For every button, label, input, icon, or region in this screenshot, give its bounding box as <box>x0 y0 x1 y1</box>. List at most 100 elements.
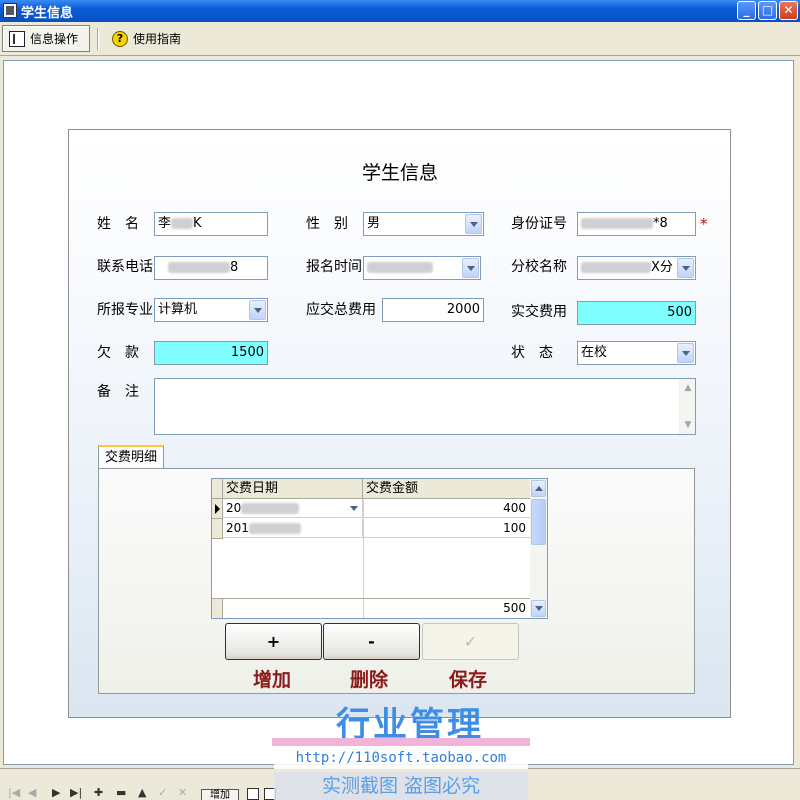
signup-date-picker[interactable] <box>363 256 481 280</box>
table-row[interactable]: 201 <box>223 519 363 538</box>
grid-scrollbar[interactable] <box>530 479 547 618</box>
navigator-add-button[interactable]: 增加 <box>201 789 239 800</box>
remark-textarea[interactable]: ▲ ▼ <box>154 378 696 435</box>
row-indicator[interactable] <box>212 499 223 519</box>
toolbar-separator <box>97 28 99 50</box>
user-guide-tab[interactable]: ? 使用指南 <box>106 25 196 52</box>
toolbar: 信息操作 ? 使用指南 <box>0 22 800 56</box>
status-label: 状 态 <box>511 345 553 361</box>
next-record-icon[interactable]: ▶ <box>52 786 60 799</box>
insert-record-icon[interactable]: ✚ <box>94 786 103 799</box>
date-prefix: 20 <box>226 501 242 515</box>
scroll-thumb[interactable] <box>531 499 546 545</box>
total-amount: 500 <box>363 599 531 618</box>
maximize-button[interactable]: □ <box>758 1 777 20</box>
book-icon <box>9 30 25 47</box>
add-caption: 增加 <box>253 669 292 691</box>
column-header-amount[interactable]: 交费金额 <box>363 479 531 499</box>
name-prefix: 李 <box>158 216 172 231</box>
grid-corner <box>212 479 223 499</box>
redacted-text <box>367 262 433 273</box>
info-operations-tab[interactable]: 信息操作 <box>2 25 90 52</box>
scroll-up-icon[interactable] <box>531 480 546 497</box>
phone-label: 联系电话 <box>97 259 153 275</box>
required-mark: * <box>700 215 708 233</box>
column-divider <box>363 499 364 598</box>
edit-record-icon[interactable]: ▲ <box>138 786 146 799</box>
major-label: 所报专业 <box>97 302 153 318</box>
signup-time-label: 报名时间 <box>306 259 362 275</box>
gender-label: 性 别 <box>306 216 348 232</box>
major-select[interactable]: 计算机 <box>154 298 268 322</box>
scroll-down-icon[interactable] <box>531 600 546 617</box>
paid-fee-label: 实交费用 <box>511 304 567 320</box>
tab-payment-details[interactable]: 交费明细 <box>98 445 164 470</box>
branch-label: 分校名称 <box>511 259 567 275</box>
delete-caption: 删除 <box>350 669 389 691</box>
app-icon <box>3 3 17 18</box>
info-operations-label: 信息操作 <box>30 32 79 46</box>
name-label: 姓 名 <box>97 216 139 232</box>
major-value: 计算机 <box>158 302 198 317</box>
paid-fee-field[interactable]: 500 <box>577 301 696 325</box>
last-record-icon[interactable]: ▶| <box>70 786 82 799</box>
total-fee-label: 应交总费用 <box>306 302 376 318</box>
idcard-label: 身份证号 <box>511 216 567 232</box>
save-button[interactable]: ✓ <box>422 623 519 660</box>
payments-grid[interactable]: 交费日期 交费金额 20 400 201 100 500 <box>211 478 548 619</box>
chevron-down-icon[interactable] <box>249 300 266 320</box>
name-suffix: K <box>193 216 202 231</box>
prev-record-icon[interactable]: ◀ <box>28 786 36 799</box>
scroll-up-icon[interactable]: ▲ <box>681 380 695 396</box>
table-row[interactable]: 100 <box>363 519 531 538</box>
scroll-down-icon[interactable]: ▼ <box>681 417 695 433</box>
save-caption: 保存 <box>449 669 488 691</box>
status-value: 在校 <box>581 345 608 360</box>
row-indicator <box>212 599 223 618</box>
branch-suffix: X分 <box>651 260 673 275</box>
chevron-down-icon[interactable] <box>465 214 482 234</box>
close-button[interactable]: ✕ <box>779 1 798 20</box>
branch-select[interactable]: X分 <box>577 256 696 280</box>
name-field[interactable]: 李K <box>154 212 268 236</box>
post-record-icon[interactable]: ✓ <box>158 786 167 799</box>
phone-field[interactable]: 8 <box>154 256 268 280</box>
cancel-record-icon[interactable]: ✕ <box>178 786 187 799</box>
delete-record-icon[interactable]: ▬ <box>116 786 126 799</box>
window-title: 学生信息 <box>21 6 74 21</box>
phone-suffix: 8 <box>230 260 239 275</box>
total-fee-field[interactable]: 2000 <box>382 298 484 322</box>
chevron-down-icon[interactable] <box>677 343 694 363</box>
redacted-text <box>248 523 301 534</box>
add-button[interactable]: + <box>225 623 322 660</box>
user-guide-label: 使用指南 <box>133 32 182 46</box>
owed-field[interactable]: 1500 <box>154 341 268 365</box>
row-indicator[interactable] <box>212 519 223 539</box>
watermark-bar <box>272 738 530 746</box>
remark-scrollbar[interactable]: ▲ ▼ <box>679 379 695 434</box>
idcard-suffix: *8 <box>653 216 668 231</box>
title-bar: 学生信息 _ □ ✕ <box>0 0 800 22</box>
redacted-text <box>581 218 653 229</box>
idcard-field[interactable]: *8 <box>577 212 696 236</box>
first-record-icon[interactable]: |◀ <box>8 786 20 799</box>
status-select[interactable]: 在校 <box>577 341 696 365</box>
minimize-button[interactable]: _ <box>737 1 756 20</box>
table-row[interactable]: 20 <box>223 499 363 518</box>
delete-button[interactable]: - <box>323 623 420 660</box>
chevron-down-icon[interactable] <box>462 258 479 278</box>
table-row[interactable]: 400 <box>363 499 531 518</box>
gender-select[interactable]: 男 <box>363 212 484 236</box>
column-divider <box>363 599 364 618</box>
help-icon: ? <box>112 30 128 47</box>
chevron-down-icon[interactable] <box>349 505 359 513</box>
date-prefix: 201 <box>226 521 249 535</box>
form-title: 学生信息 <box>361 162 438 184</box>
chevron-down-icon[interactable] <box>677 258 694 278</box>
document-icon[interactable] <box>247 788 259 800</box>
watermark-note: 实测截图 盗图必究 <box>274 772 528 800</box>
redacted-text <box>171 218 194 229</box>
redacted-text <box>241 503 300 514</box>
remark-label: 备 注 <box>97 384 139 400</box>
column-header-date[interactable]: 交费日期 <box>223 479 363 499</box>
